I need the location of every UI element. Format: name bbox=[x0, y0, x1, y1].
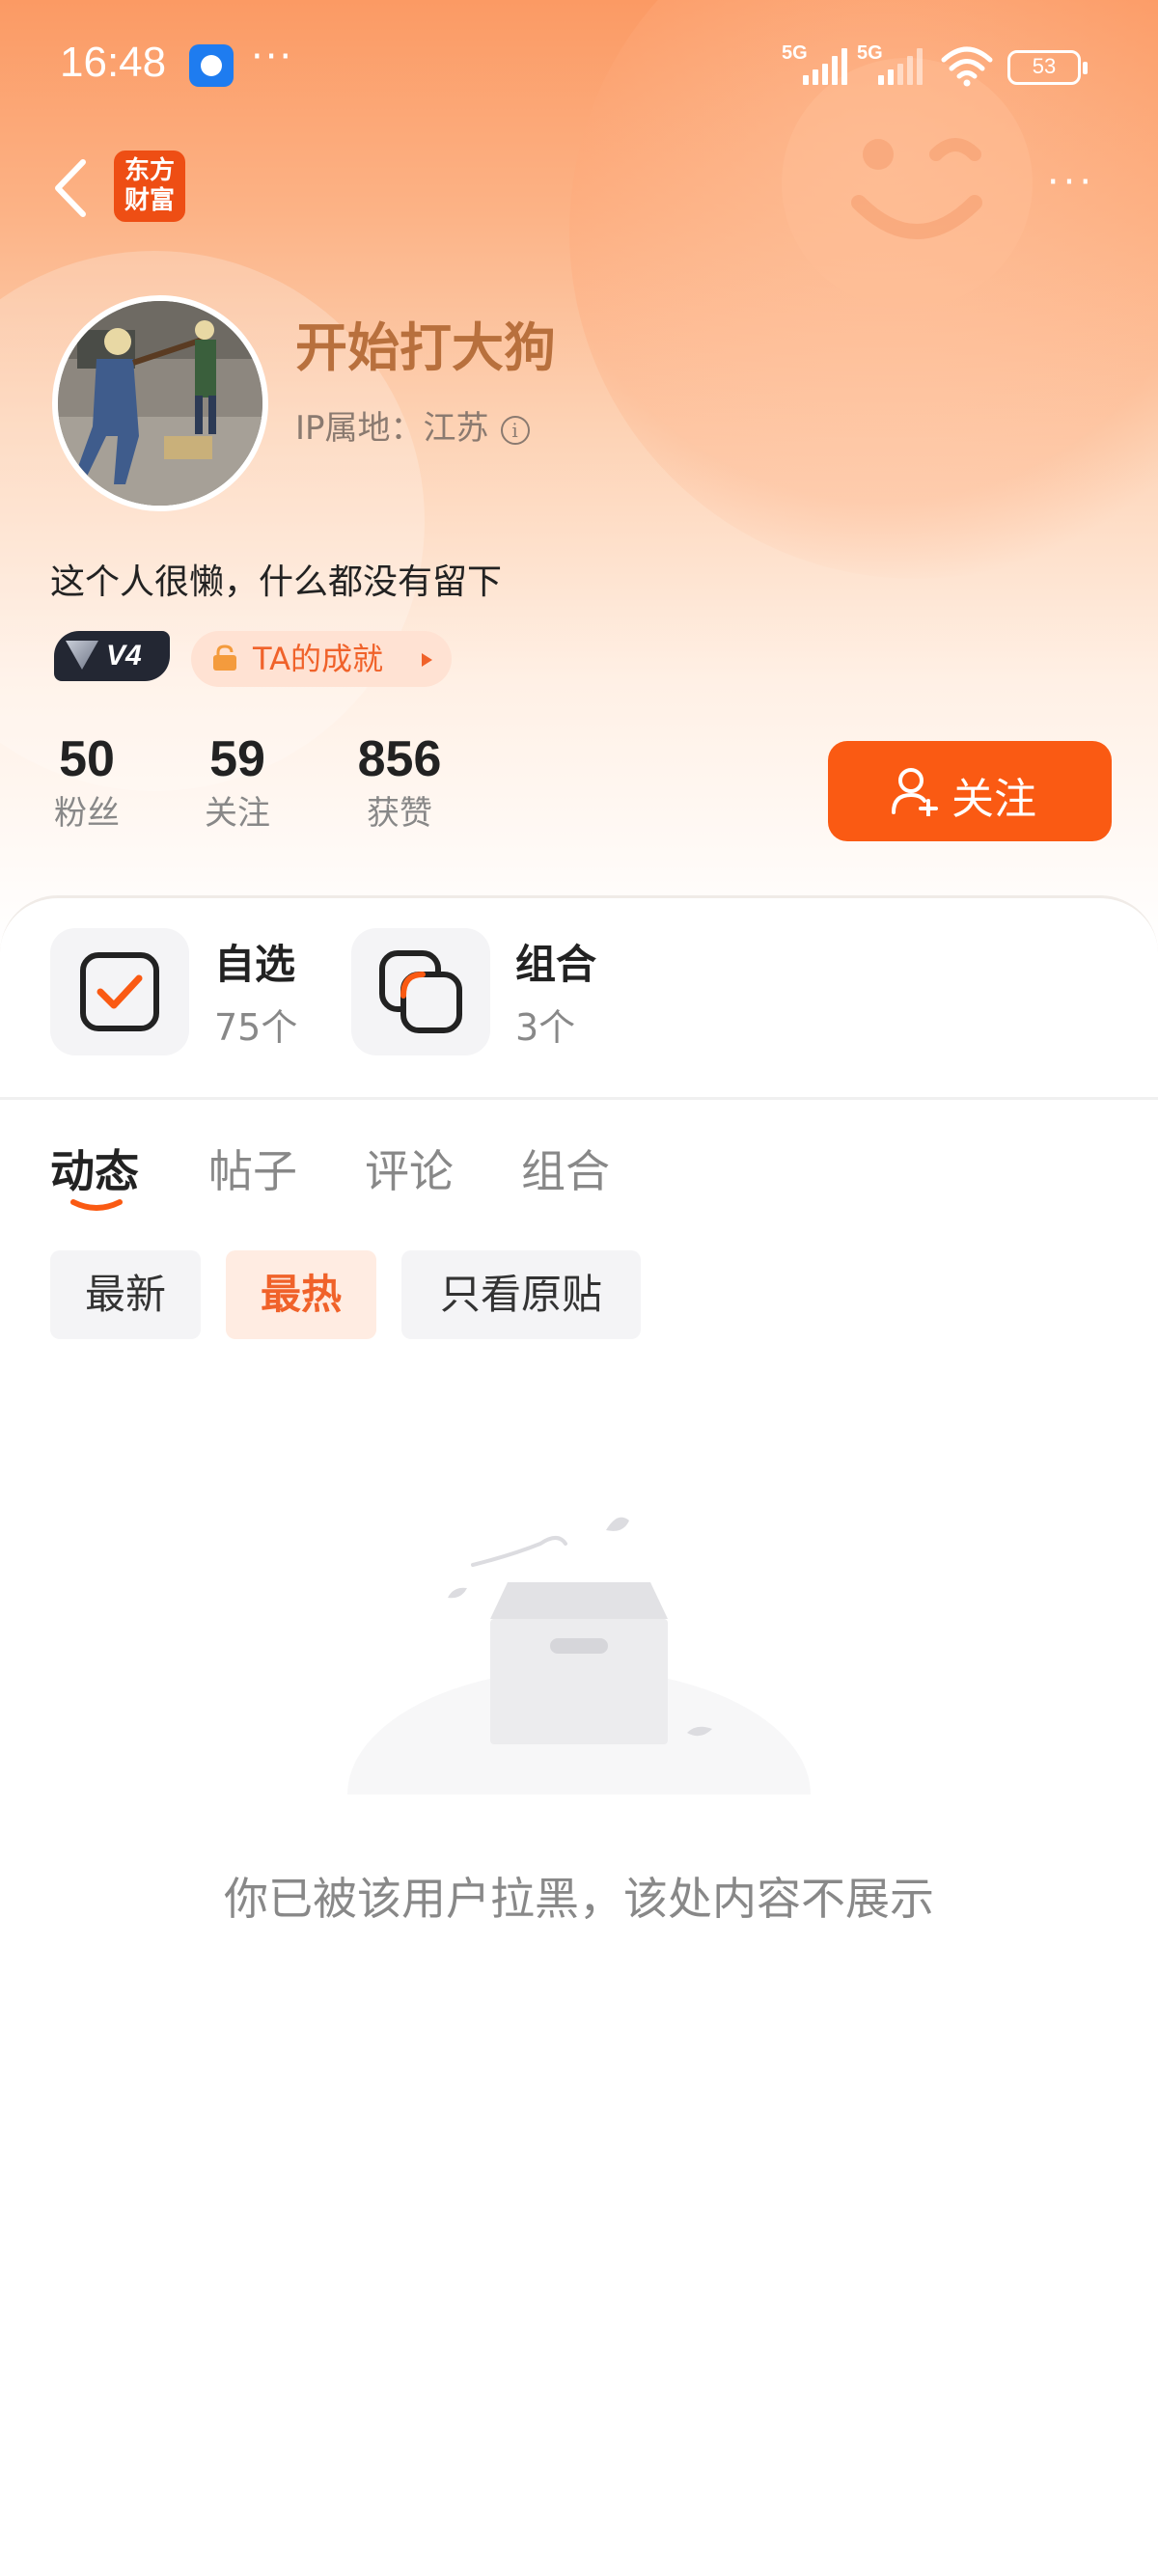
empty-box-illustration bbox=[347, 1517, 811, 1795]
level-badge[interactable]: V4 bbox=[54, 631, 170, 681]
tab-posts[interactable]: 帖子 bbox=[208, 1137, 297, 1200]
stat-fans-value: 50 bbox=[59, 731, 115, 787]
app-notification-icon bbox=[189, 44, 234, 87]
stat-following-label: 关注 bbox=[205, 794, 270, 833]
avatar-photo bbox=[58, 301, 262, 506]
status-time: 16:48 bbox=[60, 39, 167, 86]
app-logo-text-line2: 财富 bbox=[124, 186, 175, 215]
watchlist-count: 75个 bbox=[214, 1006, 298, 1049]
section-divider bbox=[0, 1097, 1158, 1100]
filter-hottest[interactable]: 最热 bbox=[226, 1250, 376, 1339]
username: 开始打大狗 bbox=[295, 317, 556, 378]
back-arrow-icon[interactable] bbox=[46, 154, 95, 222]
stat-likes-value: 856 bbox=[357, 731, 442, 787]
signal-strength-icon-2: 5G bbox=[857, 42, 924, 85]
stat-likes-label: 获赞 bbox=[367, 794, 432, 833]
tab-comments[interactable]: 评论 bbox=[365, 1137, 454, 1200]
lock-icon bbox=[213, 644, 236, 671]
stat-fans-label: 粉丝 bbox=[54, 794, 120, 833]
chevron-right-icon bbox=[422, 653, 432, 667]
empty-state-message: 你已被该用户拉黑，该处内容不展示 bbox=[224, 1873, 934, 1925]
watchlist-title[interactable]: 自选 bbox=[214, 932, 295, 991]
status-bar: 16:48 ··· 5G 5G 53 bbox=[0, 0, 1158, 135]
battery-icon: 53 bbox=[1007, 50, 1088, 85]
avatar[interactable] bbox=[52, 295, 268, 511]
signal-strength-icon: 5G bbox=[782, 42, 849, 85]
filter-latest[interactable]: 最新 bbox=[50, 1250, 201, 1339]
portfolio-tile[interactable] bbox=[351, 928, 490, 1055]
portfolio-title[interactable]: 组合 bbox=[515, 932, 596, 991]
tab-portfolios[interactable]: 组合 bbox=[521, 1137, 610, 1200]
more-notifications-icon: ··· bbox=[251, 35, 294, 79]
ip-location-text: IP属地：江苏 bbox=[295, 409, 489, 448]
stat-following[interactable]: 59 关注 bbox=[195, 729, 280, 837]
bio: 这个人很懒，什么都没有留下 bbox=[50, 562, 503, 602]
checkbox-icon bbox=[80, 952, 159, 1031]
tab-activity[interactable]: 动态 bbox=[50, 1137, 139, 1200]
stat-fans[interactable]: 50 粉丝 bbox=[44, 729, 129, 837]
battery-level: 53 bbox=[1032, 54, 1057, 78]
app-logo-text-line1: 东方 bbox=[124, 156, 175, 185]
achievement-label: TA的成就 bbox=[253, 641, 383, 677]
app-logo: 东方 财富 bbox=[114, 151, 185, 222]
more-options-icon[interactable]: ··· bbox=[1033, 160, 1110, 208]
stat-following-value: 59 bbox=[209, 731, 265, 787]
info-icon[interactable]: i bbox=[500, 416, 530, 445]
portfolio-count: 3个 bbox=[515, 1006, 576, 1049]
wifi-icon bbox=[941, 46, 993, 87]
portfolio-icon bbox=[379, 950, 462, 1033]
active-tab-indicator bbox=[70, 1199, 123, 1211]
level-badge-text: V4 bbox=[106, 640, 142, 671]
add-user-icon bbox=[892, 768, 938, 816]
filter-original-only[interactable]: 只看原贴 bbox=[401, 1250, 641, 1339]
stat-likes[interactable]: 856 获赞 bbox=[344, 729, 455, 837]
follow-button[interactable]: 关注 bbox=[828, 741, 1112, 841]
ip-location: IP属地：江苏 i bbox=[295, 401, 530, 449]
watchlist-tile[interactable] bbox=[50, 928, 189, 1055]
achievement-button[interactable]: TA的成就 bbox=[191, 631, 452, 687]
follow-button-label: 关注 bbox=[951, 775, 1036, 824]
